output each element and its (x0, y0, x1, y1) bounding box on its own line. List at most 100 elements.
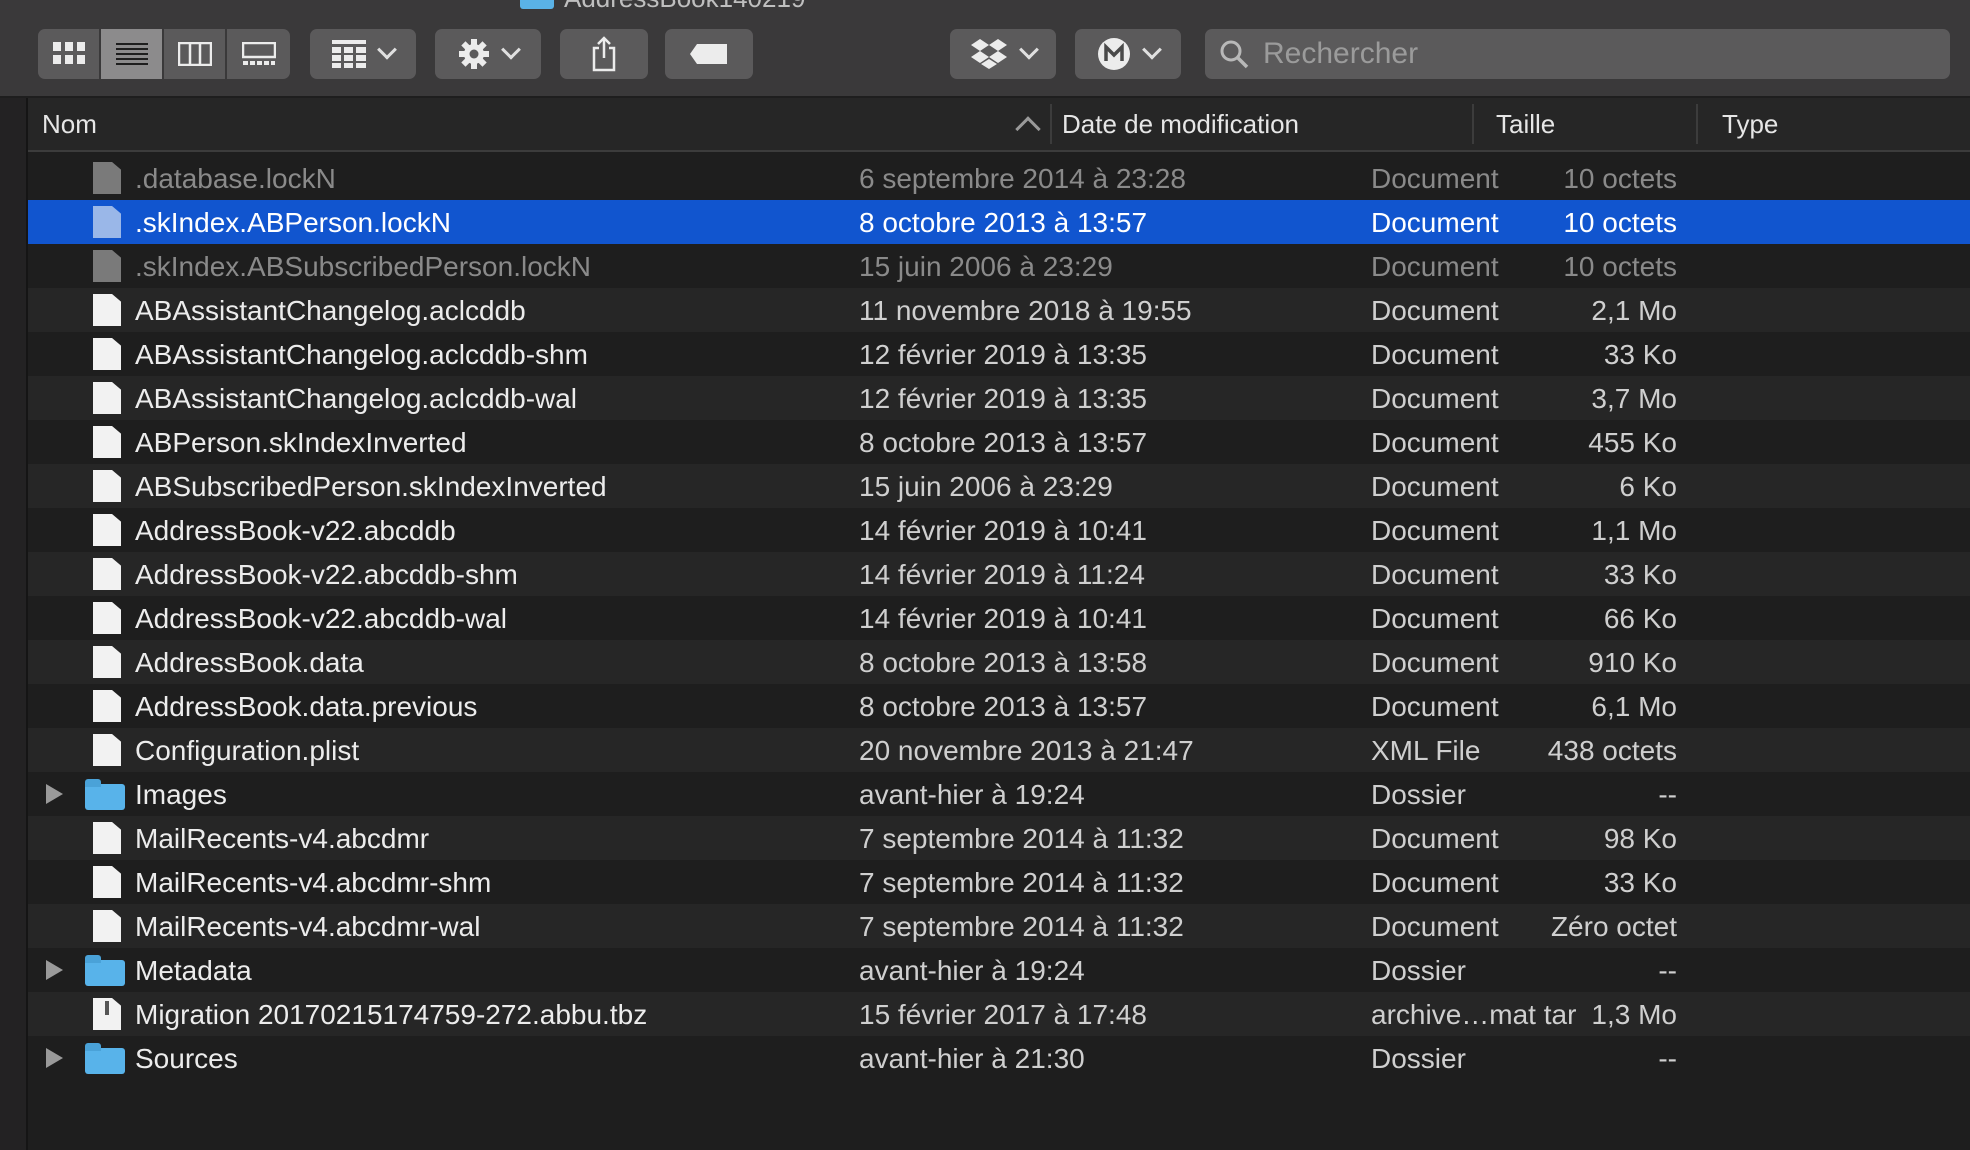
date-modified: 12 février 2019 à 13:35 (859, 383, 1147, 414)
column-header-size[interactable]: Taille (1474, 98, 1696, 150)
date-modified: 7 septembre 2014 à 11:32 (859, 911, 1184, 942)
tags-button[interactable] (665, 29, 753, 79)
dropbox-icon (971, 39, 1007, 69)
file-type: Document (1371, 471, 1499, 502)
gallery-view-button[interactable] (227, 29, 290, 79)
table-row[interactable]: MailRecents-v4.abcdmr 7 septembre 2014 à … (28, 816, 1970, 860)
table-row[interactable]: .skIndex.ABSubscribedPerson.lockN 15 juin… (28, 244, 1970, 288)
file-name: AddressBook.data (135, 647, 364, 678)
grid-icon (52, 42, 85, 64)
search-icon (1220, 40, 1249, 69)
date-modified: avant-hier à 19:24 (859, 955, 1085, 986)
table-row[interactable]: ABPerson.skIndexInverted 8 octobre 2013 à… (28, 420, 1970, 464)
file-name: .database.lockN (135, 163, 336, 194)
column-header-date[interactable]: Date de modification (1052, 98, 1472, 150)
file-type: Document (1371, 251, 1499, 282)
table-row[interactable]: AddressBook.data.previous 8 octobre 2013 … (28, 684, 1970, 728)
column-view-button[interactable] (164, 29, 227, 79)
table-row[interactable]: Sources avant-hier à 21:30 -- Dossier (28, 1036, 1970, 1080)
table-row[interactable]: .skIndex.ABPerson.lockN 8 octobre 2013 à … (28, 200, 1970, 244)
dropbox-button[interactable] (950, 29, 1056, 79)
file-size: 438 octets (1547, 735, 1677, 766)
file-name: MailRecents-v4.abcdmr-wal (135, 911, 481, 942)
file-name: Images (135, 779, 227, 810)
file-size: -- (1658, 1043, 1677, 1074)
file-type: Document (1371, 603, 1499, 634)
file-size: Zéro octet (1550, 911, 1677, 942)
file-type: Document (1371, 339, 1499, 370)
file-name: MailRecents-v4.abcdmr-shm (135, 867, 492, 898)
file-type: Document (1371, 163, 1499, 194)
date-modified: 12 février 2019 à 13:35 (859, 339, 1147, 370)
table-row[interactable]: ABAssistantChangelog.aclcddb 11 novembre … (28, 288, 1970, 332)
file-name: Migration 20170215174759-272.abbu.tbz (135, 999, 648, 1030)
date-modified: 7 septembre 2014 à 11:32 (859, 867, 1184, 898)
date-modified: 14 février 2019 à 10:41 (859, 603, 1147, 634)
table-row[interactable]: ABAssistantChangelog.aclcddb-shm 12 févri… (28, 332, 1970, 376)
document-icon (93, 690, 121, 722)
disclosure-triangle-icon[interactable] (46, 960, 63, 980)
file-type: archive…mat tar (1371, 999, 1577, 1030)
mega-button[interactable] (1075, 29, 1181, 79)
file-type: Document (1371, 691, 1499, 722)
disclosure-triangle-icon[interactable] (46, 784, 63, 804)
file-type: Document (1371, 427, 1499, 458)
action-menu-button[interactable] (435, 29, 541, 79)
date-modified: 15 juin 2006 à 23:29 (859, 251, 1113, 282)
date-modified: 8 octobre 2013 à 13:57 (859, 427, 1148, 458)
file-name: ABAssistantChangelog.aclcddb (135, 295, 526, 326)
file-type: Document (1371, 911, 1499, 942)
file-size: 910 Ko (1588, 647, 1677, 678)
date-modified: 8 octobre 2013 à 13:57 (859, 691, 1148, 722)
table-row[interactable]: ABAssistantChangelog.aclcddb-wal 12 févri… (28, 376, 1970, 420)
list-view-button[interactable] (101, 29, 164, 79)
list-icon (115, 43, 148, 65)
file-size: 10 octets (1563, 251, 1677, 282)
document-icon (93, 558, 121, 590)
date-modified: 11 novembre 2018 à 19:55 (859, 295, 1192, 326)
table-row[interactable]: AddressBook.data 8 octobre 2013 à 13:58 91… (28, 640, 1970, 684)
columns-icon (177, 42, 212, 66)
file-name: .skIndex.ABSubscribedPerson.lockN (135, 251, 591, 282)
file-type: Dossier (1371, 955, 1466, 986)
table-row[interactable]: MailRecents-v4.abcdmr-wal 7 septembre 201… (28, 904, 1970, 948)
file-list: Nom Date de modification Taille Type .da… (28, 98, 1970, 1150)
file-type: XML File (1371, 735, 1481, 766)
document-icon (93, 646, 121, 678)
document-icon (93, 206, 121, 238)
table-row[interactable]: Migration 20170215174759-272.abbu.tbz 15 … (28, 992, 1970, 1036)
table-row[interactable]: Images avant-hier à 19:24 -- Dossier (28, 772, 1970, 816)
file-type: Document (1371, 515, 1499, 546)
table-row[interactable]: MailRecents-v4.abcdmr-shm 7 septembre 201… (28, 860, 1970, 904)
column-header-type[interactable]: Type (1698, 98, 1970, 150)
file-size: -- (1658, 779, 1677, 810)
file-name: ABPerson.skIndexInverted (135, 427, 467, 458)
disclosure-triangle-icon[interactable] (46, 1048, 63, 1068)
table-row[interactable]: ABSubscribedPerson.skIndexInverted 15 jui… (28, 464, 1970, 508)
date-modified: 15 juin 2006 à 23:29 (859, 471, 1113, 502)
file-size: -- (1658, 955, 1677, 986)
table-row[interactable]: AddressBook-v22.abcddb-shm 14 février 201… (28, 552, 1970, 596)
document-icon (93, 382, 121, 414)
chevron-down-icon (377, 39, 397, 60)
document-icon (93, 734, 121, 766)
file-name: Metadata (135, 955, 252, 986)
file-name: MailRecents-v4.abcdmr (135, 823, 430, 854)
table-row[interactable]: AddressBook-v22.abcddb-wal 14 février 201… (28, 596, 1970, 640)
search-field[interactable] (1205, 29, 1950, 79)
share-button[interactable] (560, 29, 648, 79)
folder-icon (85, 1042, 125, 1074)
column-header-name[interactable]: Nom (28, 98, 1050, 150)
table-row[interactable]: .database.lockN 6 septembre 2014 à 23:28 1… (28, 156, 1970, 200)
file-size: 33 Ko (1603, 867, 1677, 898)
table-row[interactable]: Metadata avant-hier à 19:24 -- Dossier (28, 948, 1970, 992)
table-row[interactable]: Configuration.plist 20 novembre 2013 à 21… (28, 728, 1970, 772)
file-size: 455 Ko (1588, 427, 1677, 458)
folder-icon (85, 954, 125, 986)
icon-view-button[interactable] (38, 29, 101, 79)
file-type: Document (1371, 207, 1499, 238)
group-by-button[interactable] (310, 29, 416, 79)
search-input[interactable] (1263, 37, 1943, 71)
date-modified: 8 octobre 2013 à 13:57 (859, 207, 1148, 238)
table-row[interactable]: AddressBook-v22.abcddb 14 février 2019 à … (28, 508, 1970, 552)
